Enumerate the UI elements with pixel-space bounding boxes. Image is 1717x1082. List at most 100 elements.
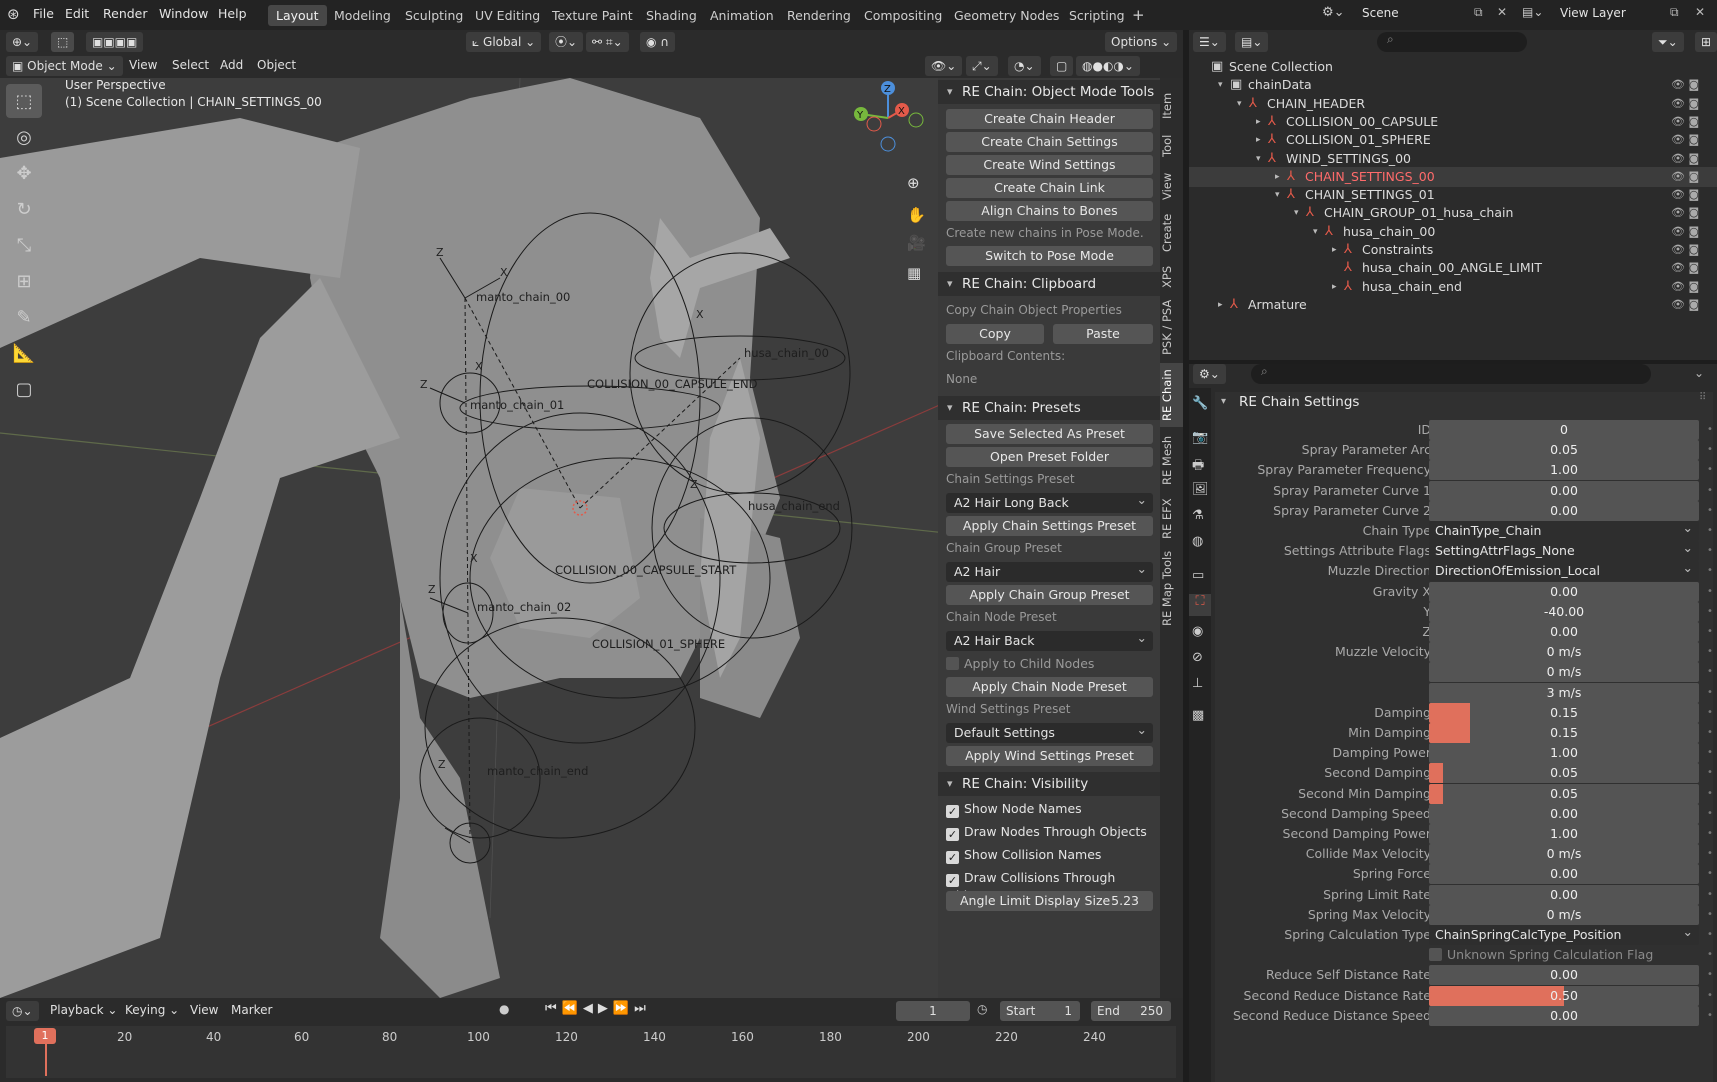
property-dropdown[interactable]: ChainType_Chain	[1429, 518, 1699, 541]
pan-hand-icon[interactable]: ✋	[907, 206, 926, 224]
world-tab-icon[interactable]: ◍	[1192, 534, 1203, 549]
transform-orientation-dropdown[interactable]: ⟀ Global ⌄	[466, 32, 542, 52]
menu-view[interactable]: View	[129, 58, 157, 72]
delete-scene-icon[interactable]: ✕	[1497, 5, 1507, 19]
property-field[interactable]: 1.00	[1429, 824, 1699, 844]
keyframe-dot-icon[interactable]: •	[1707, 521, 1713, 541]
outliner-row[interactable]: ▾ ⅄ CHAIN_HEADER 👁 ◙	[1189, 94, 1717, 114]
unknown-spring-flag-checkbox[interactable]: Unknown Spring Calculation Flag	[1429, 945, 1653, 965]
property-field[interactable]: 0.00	[1429, 965, 1699, 986]
apply-chain-settings-button[interactable]: Apply Chain Settings Preset	[946, 516, 1153, 536]
tab-re-efx[interactable]: RE EFX	[1160, 494, 1183, 544]
menu-window[interactable]: Window	[159, 6, 208, 21]
visibility-eye-icon[interactable]: 👁 ◙	[1671, 130, 1699, 150]
keyframe-dot-icon[interactable]: •	[1707, 541, 1713, 561]
collection-tab-icon[interactable]: ▭	[1192, 568, 1204, 583]
outliner-search-input[interactable]: ⌕	[1377, 32, 1527, 52]
current-frame-field[interactable]: 1	[896, 1001, 970, 1021]
expanded-icon[interactable]: ▾	[1256, 149, 1261, 169]
tab-geometry-nodes[interactable]: Geometry Nodes	[954, 5, 1059, 26]
expanded-icon[interactable]: ▾	[1313, 222, 1318, 242]
overlay-icon[interactable]: ◔⌄	[1008, 56, 1041, 76]
tab-psk-psa[interactable]: PSK / PSA	[1160, 296, 1183, 358]
collapsed-icon[interactable]: ▸	[1256, 112, 1261, 132]
tab-texture-paint[interactable]: Texture Paint	[552, 5, 633, 26]
tab-sculpting[interactable]: Sculpting	[405, 5, 463, 26]
output-tab-icon[interactable]: 🖶	[1192, 456, 1204, 478]
property-field[interactable]: 0 m/s	[1429, 642, 1699, 663]
property-field[interactable]: 0.05	[1429, 763, 1699, 784]
property-field[interactable]: 0.00	[1429, 581, 1699, 602]
collapse-icon[interactable]: ▾	[1221, 396, 1226, 407]
copy-button[interactable]: Copy	[946, 324, 1044, 344]
scene-icon[interactable]: ⚙⌄	[1322, 5, 1345, 20]
draw-collisions-through-checkbox[interactable]: ✓Draw Collisions Through Objects	[946, 869, 1160, 903]
keyframe-dot-icon[interactable]: •	[1707, 440, 1713, 460]
add-workspace-button[interactable]: +	[1132, 5, 1145, 26]
tab-compositing[interactable]: Compositing	[864, 5, 942, 26]
property-field[interactable]: 1.00	[1429, 460, 1699, 481]
outliner-row[interactable]: ▸ ⅄ CHAIN_SETTINGS_00 👁 ◙	[1189, 166, 1717, 187]
navigation-gizmo[interactable]: Z X Y	[848, 78, 928, 158]
timeline-view-menu[interactable]: View	[190, 1003, 218, 1017]
visibility-eye-icon[interactable]: 👁 ◙	[1671, 240, 1699, 260]
blender-logo-icon[interactable]: ⊛	[7, 5, 20, 23]
property-dropdown[interactable]: ChainSpringCalcType_Position	[1429, 922, 1699, 945]
property-field[interactable]: 0 m/s	[1429, 844, 1699, 865]
visibility-eye-icon[interactable]: 👁 ◙	[1671, 75, 1699, 95]
keyframe-dot-icon[interactable]: •	[1707, 723, 1713, 743]
property-field[interactable]: 0.00	[1429, 1005, 1699, 1026]
apply-child-nodes-checkbox[interactable]: Apply to Child Nodes	[946, 655, 1094, 673]
tab-modeling[interactable]: Modeling	[334, 5, 391, 26]
property-field[interactable]: 0.05	[1429, 440, 1699, 461]
property-field[interactable]: 0.00	[1429, 622, 1699, 642]
apply-wind-button[interactable]: Apply Wind Settings Preset	[946, 746, 1153, 766]
chain-settings-preset-dropdown[interactable]: A2 Hair Long Back	[946, 490, 1153, 513]
outliner-row[interactable]: ▾ ▣ chainData 👁 ◙	[1189, 75, 1717, 95]
select-box-icon[interactable]: ⬚	[51, 32, 75, 52]
object-tab-icon[interactable]: ⛶	[1189, 594, 1211, 616]
visibility-eye-icon[interactable]: 👁 ◙	[1671, 149, 1699, 169]
xray-icon[interactable]: ▢	[1050, 56, 1074, 76]
property-field[interactable]: 0.50	[1429, 985, 1699, 1006]
menu-file[interactable]: File	[33, 6, 54, 21]
measure-tool-icon[interactable]: 📐	[6, 336, 42, 370]
display-mode-icon[interactable]: ▤⌄	[1235, 32, 1269, 52]
outliner-row[interactable]: ▾ ⅄ CHAIN_SETTINGS_01 👁 ◙	[1189, 185, 1717, 205]
tab-create[interactable]: Create	[1160, 208, 1183, 258]
property-field[interactable]: 0.00	[1429, 480, 1699, 501]
record-icon[interactable]: ●	[499, 1002, 509, 1016]
expanded-icon[interactable]: ▾	[1218, 75, 1223, 95]
pivot-icon[interactable]: ⦿⌄	[549, 32, 584, 52]
menu-select[interactable]: Select	[172, 58, 209, 72]
tab-re-map-tools[interactable]: RE Map Tools	[1160, 548, 1183, 628]
transform-tool-icon[interactable]: ⊞	[6, 264, 42, 298]
collapsed-icon[interactable]: ▸	[1275, 167, 1280, 187]
property-dropdown[interactable]: DirectionOfEmission_Local	[1429, 558, 1699, 582]
playback-menu[interactable]: Playback ⌄	[50, 1003, 117, 1017]
presets-header[interactable]: RE Chain: Presets	[938, 396, 1160, 420]
create-chain-settings-button[interactable]: Create Chain Settings	[946, 132, 1153, 152]
camera-icon[interactable]: 🎥	[907, 234, 926, 252]
editor-type-icon[interactable]: ⊕⌄	[6, 32, 39, 52]
menu-render[interactable]: Render	[103, 6, 148, 21]
tab-xps[interactable]: XPS	[1160, 262, 1183, 292]
outliner-row[interactable]: ▸ ⅄ Constraints 👁 ◙	[1189, 240, 1717, 260]
cursor-tool-icon[interactable]: ◎	[6, 120, 42, 154]
property-field[interactable]: 0.00	[1429, 864, 1699, 885]
visibility-eye-icon[interactable]: 👁 ◙	[1671, 258, 1699, 278]
grid-icon[interactable]: ▦	[907, 264, 921, 282]
keyframe-dot-icon[interactable]: •	[1707, 460, 1713, 480]
chain-group-preset-dropdown[interactable]: A2 Hair	[946, 559, 1153, 582]
outliner-row[interactable]: ▾ ⅄ WIND_SETTINGS_00 👁 ◙	[1189, 149, 1717, 169]
property-field[interactable]: 0.00	[1429, 803, 1699, 824]
menu-object[interactable]: Object	[257, 58, 296, 72]
selection-mode-icons[interactable]: ▣▣▣▣	[86, 32, 144, 52]
angle-limit-size-field[interactable]: Angle Limit Display Size 5.23	[946, 891, 1153, 911]
drag-handle-icon[interactable]: ⠿	[1699, 392, 1706, 403]
property-field[interactable]: 0	[1429, 420, 1699, 440]
snap-icon[interactable]: ⚯ ⌗⌄	[586, 32, 629, 52]
filter-icon[interactable]: ⏷⌄	[1652, 32, 1684, 52]
properties-editor-icon[interactable]: ⚙⌄	[1193, 364, 1226, 384]
property-field[interactable]: 0 m/s	[1429, 904, 1699, 925]
